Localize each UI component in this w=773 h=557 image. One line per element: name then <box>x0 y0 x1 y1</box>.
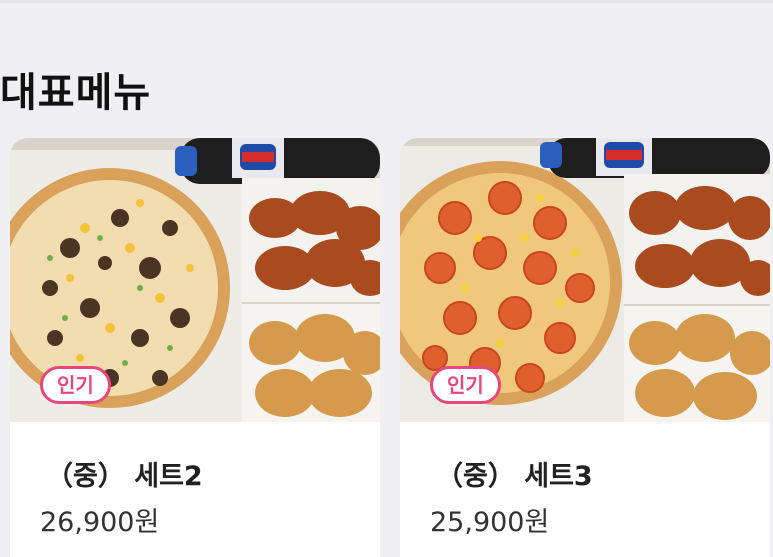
menu-card-set3[interactable]: 인기 （중） 세트3 25,900원 <box>400 138 770 557</box>
menu-card-set2[interactable]: 인기 （중） 세트2 26,900원 <box>10 138 380 557</box>
menu-item-price: 26,900원 <box>40 507 160 538</box>
menu-item-name: （중） 세트3 <box>436 461 593 492</box>
menu-page: 대표메뉴 인기 （중） 세트2 26,900원 인기 （중） 세트3 25,90… <box>0 0 773 557</box>
popular-badge: 인기 <box>430 366 501 404</box>
menu-image-set3[interactable]: 인기 <box>400 138 770 422</box>
menu-item-price: 25,900원 <box>430 507 550 538</box>
menu-image-set2[interactable]: 인기 <box>10 138 380 422</box>
section-title: 대표메뉴 <box>0 70 152 116</box>
menu-item-name: （중） 세트2 <box>46 461 203 492</box>
popular-badge: 인기 <box>40 366 111 404</box>
top-divider <box>0 0 773 3</box>
